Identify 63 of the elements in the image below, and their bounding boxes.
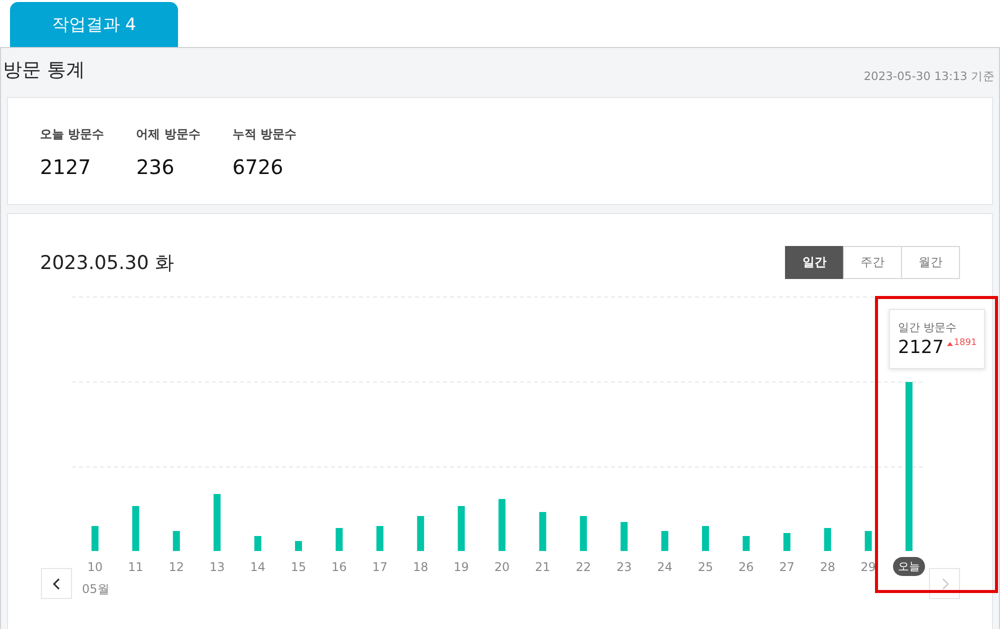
chevron-right-icon <box>940 576 950 590</box>
axis-label: 14 <box>250 560 266 574</box>
bar <box>172 531 180 551</box>
axis-label: 15 <box>290 560 306 574</box>
bar <box>336 528 343 551</box>
bar <box>214 494 221 551</box>
chevron-left-icon <box>52 576 62 590</box>
axis-label: 16 <box>332 560 347 574</box>
axis-label: 11 <box>128 560 144 574</box>
next-button[interactable] <box>929 568 960 599</box>
bar <box>864 531 872 551</box>
bar <box>661 531 668 551</box>
bar <box>295 541 302 551</box>
axis-label: 29 <box>860 560 876 574</box>
month-label: 05월 <box>82 581 110 598</box>
previous-button[interactable] <box>41 568 72 599</box>
axis-label: 22 <box>576 560 592 574</box>
bar <box>783 533 790 551</box>
axis-label: 18 <box>412 560 428 574</box>
result-tab[interactable]: 작업결과 4 <box>10 2 178 47</box>
tooltip-value: 2127 <box>898 337 944 358</box>
stat-label: 오늘 방문수 <box>40 126 104 143</box>
axis-label: 21 <box>535 560 550 574</box>
stat-label: 누적 방문수 <box>232 126 297 143</box>
axis-label: 19 <box>454 560 469 574</box>
stat-value: 236 <box>136 155 176 179</box>
stat-value: 2127 <box>40 155 92 179</box>
bar <box>376 526 384 551</box>
axis-label: 13 <box>209 560 225 574</box>
stat-label: 어제 방문수 <box>136 126 200 143</box>
period-tab[interactable]: 주간 <box>843 246 902 279</box>
bar <box>417 516 424 551</box>
period-tab[interactable]: 월간 <box>901 246 960 279</box>
axis-label: 26 <box>738 560 754 574</box>
axis-label: 27 <box>779 560 795 574</box>
bar <box>702 526 709 551</box>
axis-label: 17 <box>372 560 388 574</box>
up-triangle-icon <box>946 342 953 346</box>
bar <box>580 516 587 551</box>
bar <box>742 536 750 551</box>
section-title: 방문 통계 <box>3 58 86 82</box>
bar <box>254 536 262 551</box>
period-tab[interactable]: 일간 <box>785 246 844 279</box>
bar <box>539 512 546 551</box>
bar <box>498 499 506 551</box>
axis-label: 20 <box>494 560 510 574</box>
bar <box>132 506 140 551</box>
change-value: 1891 <box>954 338 977 348</box>
axis-label: 23 <box>616 560 632 574</box>
stat-value: 6726 <box>232 155 284 179</box>
tooltip-label: 일간 방문수 <box>898 320 958 335</box>
bar <box>92 526 98 551</box>
axis-label: 10 <box>87 560 103 574</box>
bar <box>458 506 465 551</box>
axis-label: 25 <box>698 560 714 574</box>
bar <box>824 528 832 551</box>
bar <box>620 522 628 551</box>
date-label: 2023.05.30 화 <box>40 250 174 276</box>
timestamp: 2023-05-30 13:13 기준 <box>864 69 995 84</box>
axis-label: 24 <box>657 560 672 574</box>
axis-label: 28 <box>820 560 836 574</box>
today-badge: 오늘 <box>893 557 925 576</box>
axis-label: 12 <box>168 560 184 574</box>
